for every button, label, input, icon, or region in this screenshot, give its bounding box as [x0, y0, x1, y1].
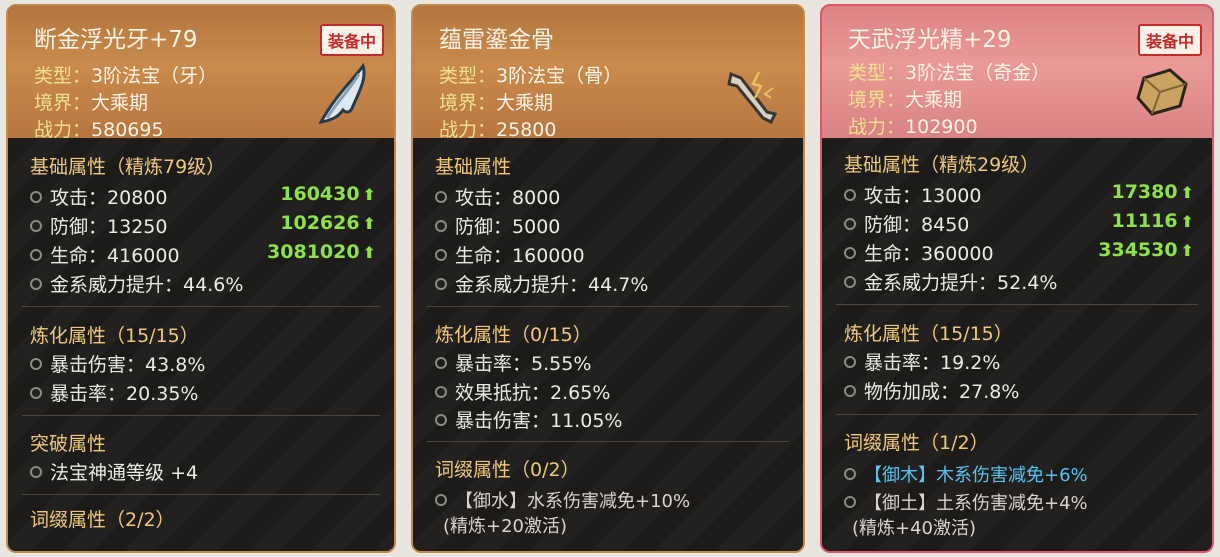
stat-row: 暴击伤害：43.8% — [30, 350, 376, 376]
item-card-1: 断金浮光牙+79 装备中 类型：3阶法宝（牙） 境界：大乘期 战力：580695… — [0, 0, 402, 557]
item-realm: 境界：大乘期 — [34, 92, 149, 114]
item-power: 战力：102900 — [848, 116, 978, 138]
item-title: 断金浮光牙+79 — [34, 27, 198, 53]
stat-row: 防御：13250 102626 ⬆ — [30, 212, 376, 238]
stat-row: 效果抵抗：2.65% — [435, 378, 785, 404]
affix-attr-title: 词缀属性（0/2） — [435, 459, 580, 481]
affix-activation: (精炼+40激活) — [852, 518, 977, 539]
stat-row: 金系威力提升：44.7% — [435, 270, 785, 296]
affix-row: 【御水】水系伤害减免+10% — [435, 487, 785, 513]
card-body: 基础属性（精炼29级） 攻击：13000 17380 ⬆ 防御：8450 11116 ⬆… — [822, 138, 1212, 551]
card-body: 基础属性 攻击：8000 防御：5000 生命：160000 金系威力提升：44… — [413, 138, 803, 551]
affix-row: 【御土】土系伤害减免+4% — [844, 489, 1194, 515]
base-attr-title: 基础属性 — [435, 156, 512, 178]
item-type: 类型：3阶法宝（骨） — [439, 65, 623, 87]
stat-row: 暴击伤害：11.05% — [435, 406, 785, 432]
base-attr-title: 基础属性（精炼29级） — [844, 154, 1040, 176]
break-attr-title: 突破属性 — [30, 433, 107, 455]
fang-icon — [318, 62, 366, 124]
item-type: 类型：3阶法宝（牙） — [34, 65, 218, 87]
stat-row: 物伤加成：27.8% — [844, 377, 1194, 403]
stat-row: 攻击：8000 — [435, 183, 785, 209]
bone-icon — [727, 71, 778, 125]
up-arrow-icon: ⬆ — [1180, 241, 1194, 260]
item-card-2: 蕴雷鎏金骨 类型：3阶法宝（骨） 境界：大乘期 战力：25800 基础属性 攻击… — [405, 0, 811, 557]
item-title: 蕴雷鎏金骨 — [439, 27, 554, 53]
card-header: 天武浮光精+29 装备中 类型：3阶法宝（奇金） 境界：大乘期 战力：10290… — [822, 6, 1212, 138]
up-arrow-icon: ⬆ — [1180, 212, 1194, 231]
stat-row: 法宝神通等级 +4 — [30, 458, 376, 484]
base-attr-title: 基础属性（精炼79级） — [30, 156, 226, 178]
refine-attr-title: 炼化属性（0/15） — [435, 324, 592, 346]
card-header: 蕴雷鎏金骨 类型：3阶法宝（骨） 境界：大乘期 战力：25800 — [413, 6, 803, 141]
affix-activation: (精炼+20激活) — [443, 516, 568, 537]
up-arrow-icon: ⬆ — [362, 214, 376, 233]
equipped-badge: 装备中 — [1137, 24, 1202, 56]
stat-row: 金系威力提升：52.4% — [844, 268, 1194, 294]
stat-row: 防御：5000 — [435, 212, 785, 238]
card-body: 基础属性（精炼79级） 攻击：20800 160430 ⬆ 防御：13250 1026… — [8, 138, 394, 551]
stat-row: 攻击：13000 17380 ⬆ — [844, 181, 1194, 207]
affix-attr-title: 词缀属性（1/2） — [844, 432, 989, 454]
refine-attr-title: 炼化属性（15/15） — [30, 325, 199, 347]
item-card-3: 天武浮光精+29 装备中 类型：3阶法宝（奇金） 境界：大乘期 战力：10290… — [814, 0, 1220, 557]
card-header: 断金浮光牙+79 装备中 类型：3阶法宝（牙） 境界：大乘期 战力：580695 — [8, 6, 394, 141]
stat-row: 生命：416000 3081020 ⬆ — [30, 241, 376, 267]
item-realm: 境界：大乘期 — [848, 89, 963, 111]
stat-row: 暴击率：20.35% — [30, 379, 376, 405]
stat-row: 暴击率：5.55% — [435, 349, 785, 375]
refine-attr-title: 炼化属性（15/15） — [844, 323, 1013, 345]
item-type: 类型：3阶法宝（奇金） — [848, 62, 1051, 84]
affix-row-active: 【御木】木系伤害减免+6% — [844, 461, 1194, 487]
stat-row: 暴击率：19.2% — [844, 348, 1194, 374]
ore-icon — [1136, 68, 1188, 116]
item-realm: 境界：大乘期 — [439, 92, 554, 114]
stat-row: 防御：8450 11116 ⬆ — [844, 210, 1194, 236]
stat-row: 生命：160000 — [435, 241, 785, 267]
up-arrow-icon: ⬆ — [362, 243, 376, 262]
stat-row: 生命：360000 334530 ⬆ — [844, 239, 1194, 265]
stat-row: 攻击：20800 160430 ⬆ — [30, 183, 376, 209]
affix-attr-title: 词缀属性（2/2） — [30, 509, 175, 531]
stat-row: 金系威力提升：44.6% — [30, 270, 376, 296]
up-arrow-icon: ⬆ — [1180, 183, 1194, 202]
item-title: 天武浮光精+29 — [848, 27, 1012, 53]
equipped-badge: 装备中 — [319, 24, 384, 56]
up-arrow-icon: ⬆ — [362, 185, 376, 204]
